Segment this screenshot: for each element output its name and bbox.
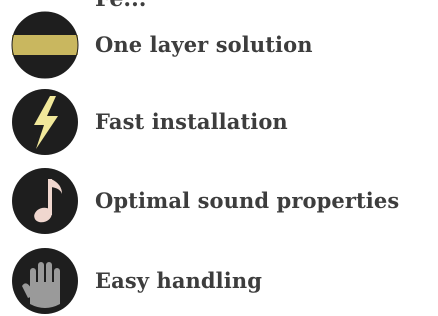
hand-icon — [10, 246, 80, 316]
lightning-icon — [10, 87, 80, 157]
feature-fast-installation: Fast installation — [10, 87, 438, 157]
feature-label: Easy handling — [95, 268, 262, 293]
feature-sound-properties: Optimal sound properties — [10, 166, 438, 236]
feature-label: Fast installation — [95, 109, 288, 134]
feature-label: One layer solution — [95, 32, 313, 57]
feature-one-layer: One layer solution — [10, 10, 438, 80]
music-note-icon — [10, 166, 80, 236]
layer-icon — [10, 10, 80, 80]
feature-label: Optimal sound properties — [95, 188, 400, 213]
feature-easy-handling: Easy handling — [10, 246, 438, 316]
